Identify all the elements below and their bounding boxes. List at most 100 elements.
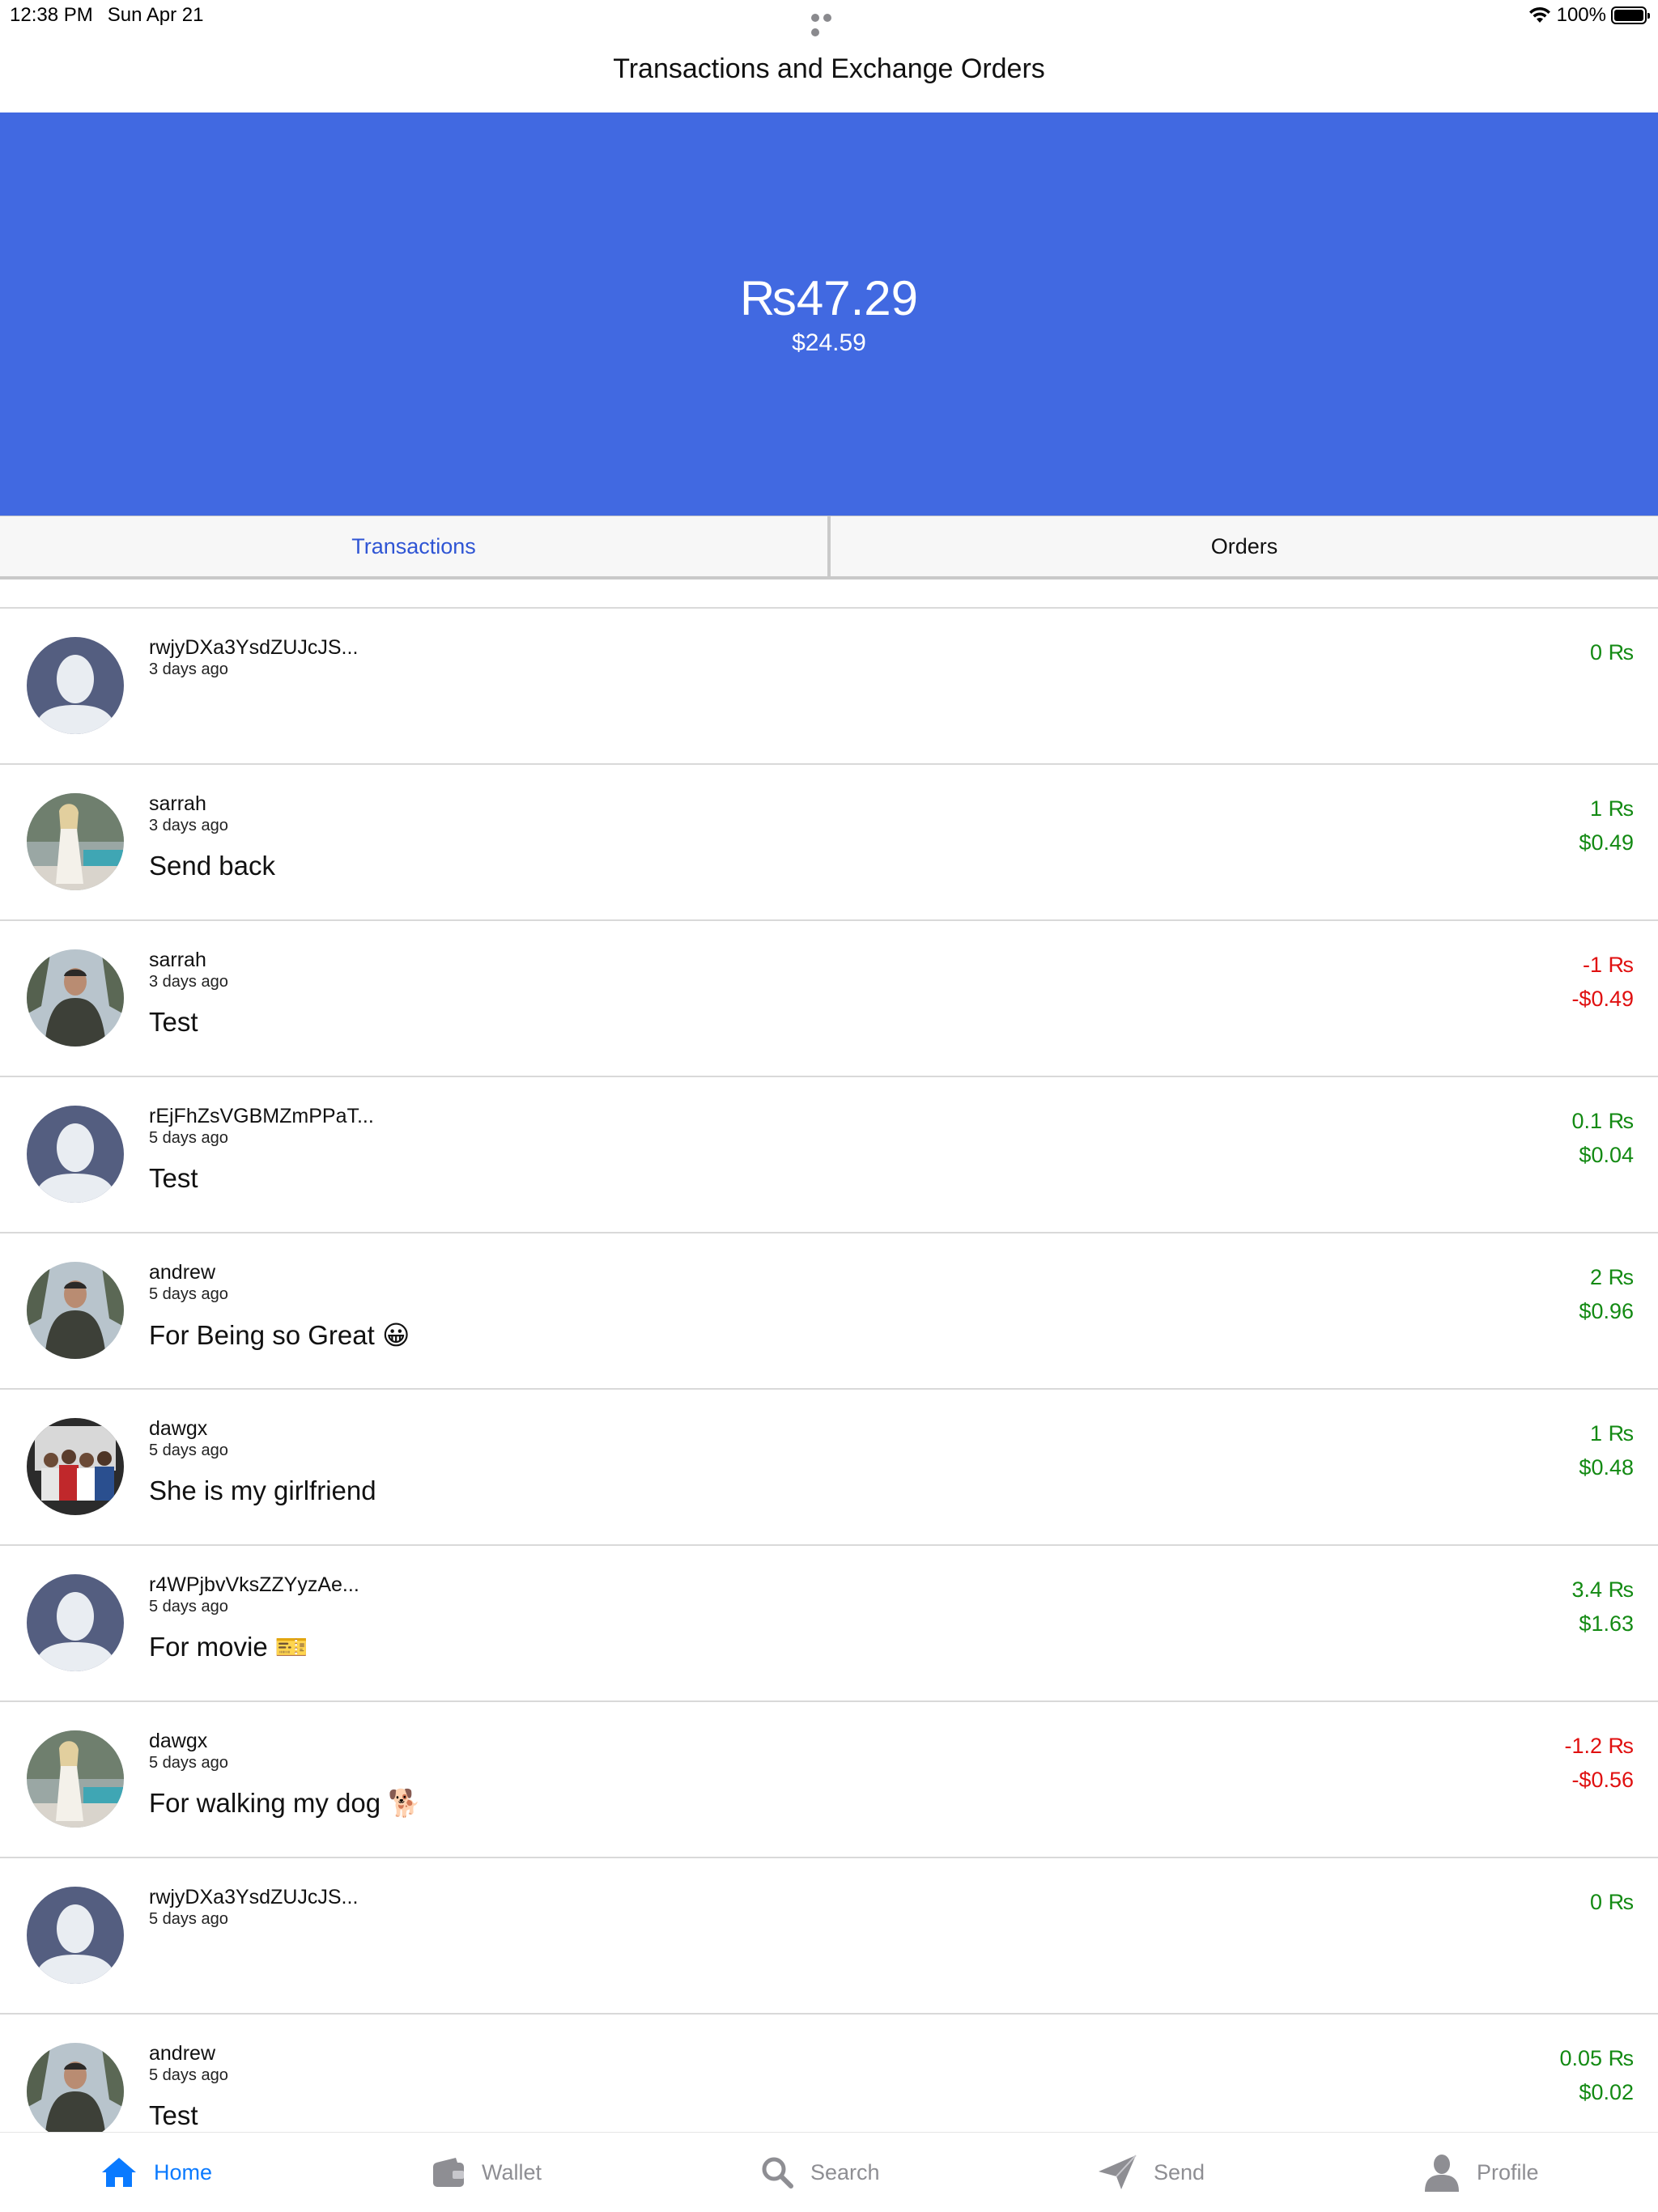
transaction-row[interactable]: rEjFhZsVGBMZmPPaT... 5 days ago Test 0.1 ₨ $… [0,1077,1658,1233]
transaction-amount-block: 1 ₨ $0.49 [1579,792,1634,860]
transaction-counterparty: andrew [149,2042,215,2065]
tab-transactions[interactable]: Transactions [0,516,831,580]
transaction-memo: For movie 🎫 [149,1632,308,1662]
tabbar-send-label: Send [1154,2159,1205,2184]
transaction-time: 5 days ago [149,1129,228,1147]
transaction-amount-usd: -$0.49 [1571,987,1634,1011]
transaction-memo: Test [149,1163,198,1193]
transaction-counterparty: dawgx [149,1730,208,1752]
transaction-row[interactable]: sarrah 3 days ago Send back 1 ₨ $0.49 [0,765,1658,921]
tab-bar: Home Wallet Search Send Profile [0,2132,1658,2212]
transaction-row[interactable]: r4WPjbvVksZZYyzAe... 5 days ago For movie … [0,1546,1658,1702]
transaction-amount-block: 0 ₨ [1590,1885,1634,1919]
transaction-counterparty: rwjyDXa3YsdZUJcJS... [149,636,359,659]
tabbar-search[interactable]: Search [760,2133,880,2212]
transaction-amount: 0 ₨ [1590,640,1634,664]
transaction-time: 5 days ago [149,1285,228,1303]
transaction-amount: 1 ₨ [1590,796,1634,821]
transaction-row[interactable]: andrew 5 days ago For Being so Great 😀 2 ₨ $… [0,1233,1658,1390]
transaction-amount: 0 ₨ [1590,1890,1634,1914]
tabbar-send[interactable]: Send [1097,2133,1205,2212]
transaction-memo: Test [149,2100,198,2130]
status-time: 12:38 PM [10,4,93,26]
transaction-row[interactable]: dawgx 5 days ago She is my girlfriend 1 ₨ $0… [0,1390,1658,1546]
battery-percent: 100% [1556,4,1606,26]
transaction-amount-block: 0.05 ₨ $0.02 [1560,2041,1634,2109]
avatar[interactable] [27,1574,124,1671]
tabbar-wallet[interactable]: Wallet [432,2133,542,2212]
transaction-time: 5 days ago [149,1754,228,1772]
transaction-amount-usd: $1.63 [1579,1611,1634,1636]
transaction-time: 5 days ago [149,1910,228,1928]
status-datetime: 12:38 PM Sun Apr 21 [10,4,219,27]
transaction-counterparty: rEjFhZsVGBMZmPPaT... [149,1105,374,1127]
balance-primary: ₨47.29 [740,271,918,325]
send-icon [1099,2155,1137,2189]
transaction-list[interactable]: rwjyDXa3YsdZUJcJS... 3 days ago 0 ₨ sarrah 3… [0,609,1658,2171]
transaction-amount-block: 0 ₨ [1590,635,1634,669]
transaction-amount: 2 ₨ [1590,1265,1634,1289]
transaction-amount-block: 3.4 ₨ $1.63 [1572,1573,1634,1641]
tab-orders[interactable]: Orders [831,516,1658,580]
avatar[interactable] [27,637,124,734]
tabbar-wallet-label: Wallet [482,2159,542,2184]
transaction-amount-usd: $0.48 [1579,1455,1634,1480]
transaction-time: 3 days ago [149,817,228,834]
page-title: Transactions and Exchange Orders [613,53,1045,84]
balance-banner: ₨47.29 $24.59 [0,113,1658,516]
transaction-memo: Test [149,1007,198,1037]
transaction-counterparty: sarrah [149,792,206,815]
avatar[interactable] [27,1418,124,1515]
transaction-counterparty: andrew [149,1261,215,1284]
transaction-memo: She is my girlfriend [149,1475,376,1505]
search-icon [762,2157,793,2189]
transaction-counterparty: r4WPjbvVksZZYyzAe... [149,1573,359,1596]
tabbar-home[interactable]: Home [100,2133,212,2212]
avatar[interactable] [27,1106,124,1203]
transaction-row[interactable]: sarrah 3 days ago Test -1 ₨ -$0.49 [0,921,1658,1077]
transaction-time: 5 days ago [149,1441,228,1459]
tabbar-home-label: Home [154,2159,213,2184]
transaction-amount-usd: $0.04 [1579,1143,1634,1167]
avatar[interactable] [27,1730,124,1828]
transaction-amount-usd: -$0.56 [1571,1768,1634,1792]
home-icon [102,2158,136,2187]
avatar[interactable] [27,793,124,890]
transaction-time: 5 days ago [149,2066,228,2084]
transaction-amount-usd: $0.02 [1579,2080,1634,2104]
transaction-memo: Send back [149,851,275,881]
tabbar-profile-label: Profile [1477,2159,1539,2184]
transaction-row[interactable]: rwjyDXa3YsdZUJcJS... 3 days ago 0 ₨ [0,609,1658,765]
transaction-row[interactable]: dawgx 5 days ago For walking my dog 🐕 -1.2 … [0,1702,1658,1858]
profile-icon [1425,2155,1459,2192]
balance-usd: $24.59 [792,329,866,356]
transaction-amount: 3.4 ₨ [1571,1577,1634,1602]
transaction-counterparty: sarrah [149,949,206,971]
transaction-counterparty: dawgx [149,1417,208,1440]
transaction-amount-block: -1 ₨ -$0.49 [1571,948,1634,1016]
transaction-row[interactable]: rwjyDXa3YsdZUJcJS... 5 days ago 0 ₨ [0,1858,1658,2015]
transaction-memo: For walking my dog 🐕 [149,1788,422,1818]
transaction-amount: -1 ₨ [1583,953,1634,977]
avatar[interactable] [27,1262,124,1359]
transaction-amount-block: -1.2 ₨ -$0.56 [1565,1729,1634,1797]
segmented-tabs: Transactions Orders [0,516,1658,580]
transaction-time: 3 days ago [149,660,228,678]
avatar[interactable] [27,1887,124,1984]
multitasking-dots-icon[interactable] [811,11,847,36]
wallet-icon [433,2158,464,2187]
battery-icon [1611,6,1650,24]
wifi-icon [1528,6,1550,23]
avatar[interactable] [27,949,124,1047]
transaction-time: 5 days ago [149,1598,228,1615]
transaction-amount-block: 1 ₨ $0.48 [1579,1416,1634,1484]
transaction-memo: For Being so Great 😀 [149,1320,410,1350]
tabbar-profile[interactable]: Profile [1423,2133,1539,2212]
transaction-counterparty: rwjyDXa3YsdZUJcJS... [149,1886,359,1908]
avatar[interactable] [27,2043,124,2140]
status-date: Sun Apr 21 [107,4,204,26]
transaction-amount-block: 0.1 ₨ $0.04 [1572,1104,1634,1172]
status-bar: 12:38 PM Sun Apr 21 100% [0,0,1658,36]
transaction-amount-usd: $0.96 [1579,1299,1634,1323]
transaction-amount: -1.2 ₨ [1564,1734,1634,1758]
